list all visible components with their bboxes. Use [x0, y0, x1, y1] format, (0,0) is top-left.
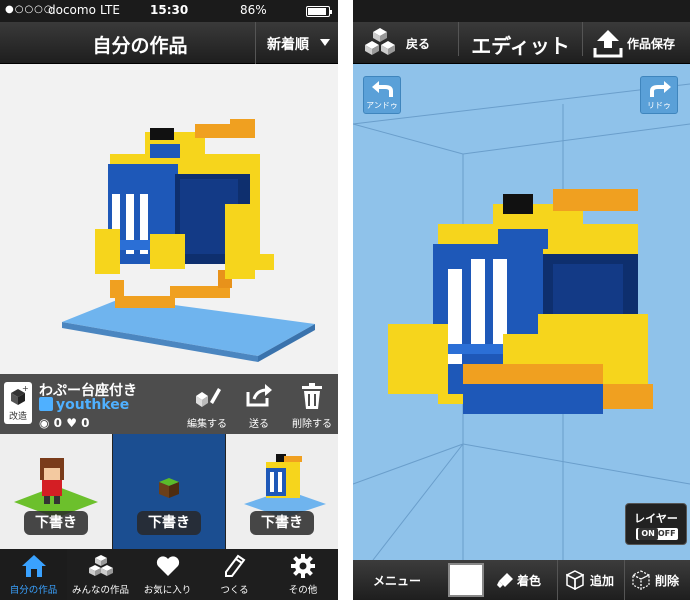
save-work-button[interactable]: 作品保存: [585, 22, 690, 64]
color-swatch[interactable]: [448, 563, 484, 597]
cube-outline-icon: [632, 570, 650, 590]
paint-bucket-icon: [497, 573, 513, 588]
draft-label: 下書き: [137, 511, 201, 535]
model-preview[interactable]: [0, 64, 338, 374]
paint-label: 着色: [517, 574, 542, 588]
layer-off: OFF: [657, 529, 676, 538]
tab-label: その他: [288, 585, 318, 596]
undo-arrow-icon: [372, 81, 393, 97]
edit-label: 編集する: [187, 419, 227, 430]
battery-label: 86%: [240, 3, 267, 17]
user-icon: [39, 397, 53, 411]
tab-my-works[interactable]: 自分の作品: [0, 549, 67, 600]
editor-screen: 戻る エディット 作品保存 アンドゥ リドゥ レイヤー ON OFF メニュー …: [353, 0, 690, 600]
back-button[interactable]: 戻る: [353, 22, 456, 64]
pencil-icon: [224, 554, 245, 577]
layer-label: レイヤー: [634, 512, 678, 525]
page-title: 自分の作品: [92, 35, 188, 57]
tab-favorites[interactable]: お気に入り: [134, 549, 201, 600]
heart-icon: [156, 556, 179, 576]
voxel-model-image: [62, 119, 315, 362]
delete-block-label: 削除: [655, 574, 680, 588]
cube-icon: [566, 570, 584, 590]
my-works-screen: ●○○○○ docomo LTE 15:30 86% 自分の作品 新着順 + 改…: [0, 0, 338, 600]
editor-nav-bar: 戻る エディット 作品保存: [353, 22, 690, 64]
send-button[interactable]: 送る: [236, 380, 282, 430]
editor-title: エディット: [458, 22, 583, 58]
heart-icon: ♥: [66, 416, 77, 430]
views-count: 0: [53, 416, 63, 430]
delete-button[interactable]: 削除する: [286, 380, 338, 430]
screen-divider: [338, 0, 353, 600]
cubes-icon: [88, 555, 113, 576]
work-stats: ◉ 0 ♥ 0: [39, 416, 90, 430]
layer-on: ON: [638, 528, 658, 540]
clock: 15:30: [150, 3, 189, 17]
redo-label: リドゥ: [647, 101, 671, 110]
draft-list: 下書き 下書き 下書き: [0, 434, 338, 549]
pencil-icon: [196, 388, 221, 407]
undo-button[interactable]: アンドゥ: [363, 76, 401, 114]
menu-label: メニュー: [373, 574, 422, 588]
sort-label: 新着順: [267, 37, 309, 53]
author-name: youthkee: [56, 397, 130, 413]
battery-icon: [306, 6, 332, 17]
undo-label: アンドゥ: [366, 101, 398, 110]
status-bar: ●○○○○ docomo LTE 15:30 86%: [0, 0, 338, 22]
nav-bar: 自分の作品 新着順: [0, 22, 338, 64]
cube-plus-icon: +: [11, 385, 28, 405]
layer-switch: ON OFF: [636, 528, 678, 540]
edit-button[interactable]: 編集する: [180, 380, 234, 430]
editor-toolbar: メニュー 着色 追加 削除: [353, 560, 690, 600]
svg-text:+: +: [22, 385, 28, 393]
redo-button[interactable]: リドゥ: [640, 76, 678, 114]
sort-button[interactable]: 新着順: [255, 22, 338, 64]
work-info-bar: + 改造 わぷー台座付き youthkee ◉ 0 ♥ 0 編集する 送る 削除…: [0, 374, 338, 434]
signal-icon: ●○○○○: [5, 4, 54, 15]
trash-icon: [302, 383, 322, 409]
voxel-model-image: [353, 83, 690, 561]
likes-count: 0: [81, 416, 90, 430]
author-link[interactable]: youthkee: [39, 397, 129, 413]
send-label: 送る: [249, 419, 269, 430]
share-icon: [246, 384, 272, 407]
draft-item[interactable]: 下書き: [0, 434, 112, 549]
delete-block-button[interactable]: 削除: [624, 560, 690, 600]
editor-canvas[interactable]: [353, 64, 690, 561]
back-label: 戻る: [406, 37, 431, 51]
paint-button[interactable]: 着色: [491, 560, 555, 600]
caret-down-icon: [320, 39, 330, 46]
gear-icon: [291, 554, 315, 578]
modify-label: 改造: [8, 412, 27, 422]
delete-label: 削除する: [292, 419, 332, 430]
tab-label: お気に入り: [143, 585, 192, 596]
add-button[interactable]: 追加: [557, 560, 623, 600]
eye-icon: ◉: [39, 416, 50, 430]
save-label: 作品保存: [627, 37, 676, 51]
blocks-icon: [365, 28, 395, 55]
add-label: 追加: [590, 574, 615, 588]
upload-icon: [593, 30, 623, 58]
tab-bar: 自分の作品 みんなの作品 お気に入り つくる その他: [0, 549, 338, 600]
modify-button[interactable]: + 改造: [4, 382, 32, 424]
home-icon: [21, 555, 46, 577]
status-bar: [353, 0, 690, 22]
menu-button[interactable]: メニュー: [353, 560, 445, 600]
tab-label: つくる: [220, 585, 249, 596]
tab-everyone-works[interactable]: みんなの作品: [67, 549, 134, 600]
tab-label: 自分の作品: [9, 585, 58, 596]
draft-label: 下書き: [250, 511, 314, 535]
tab-other[interactable]: その他: [268, 549, 338, 600]
draft-label: 下書き: [24, 511, 88, 535]
network-label: LTE: [100, 3, 120, 17]
carrier-label: docomo: [48, 3, 96, 17]
tab-create[interactable]: つくる: [201, 549, 268, 600]
redo-arrow-icon: [650, 81, 671, 97]
draft-item-selected[interactable]: 下書き: [113, 434, 225, 549]
draft-item[interactable]: 下書き: [226, 434, 338, 549]
layer-toggle[interactable]: レイヤー ON OFF: [625, 503, 687, 545]
tab-label: みんなの作品: [71, 585, 129, 596]
